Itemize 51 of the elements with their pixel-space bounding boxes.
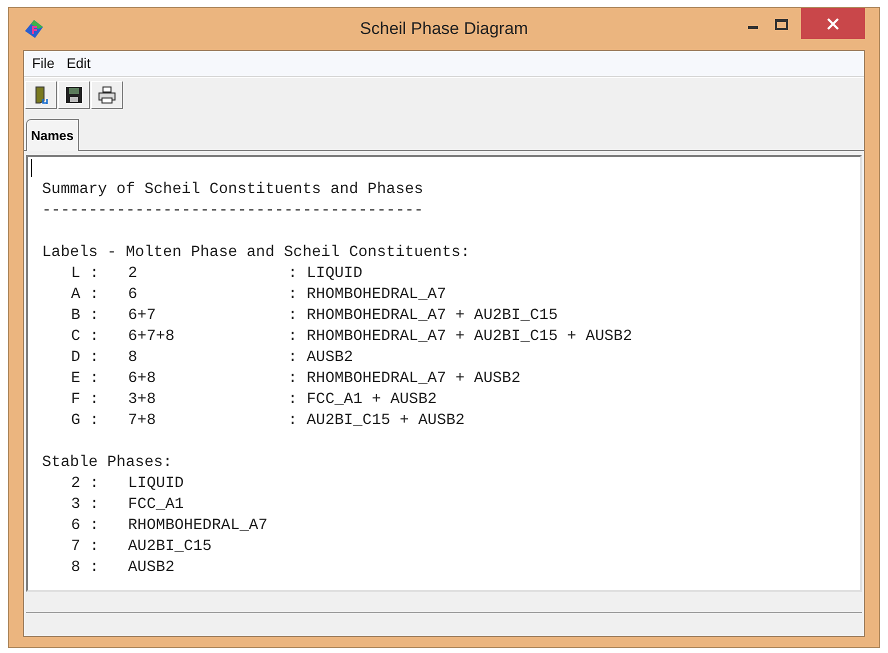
app-icon <box>24 19 44 39</box>
constituent-numbers: 6+7 <box>128 305 157 326</box>
constituent-numbers: 6+8 <box>128 368 157 389</box>
constituent-numbers: 6 <box>128 284 138 305</box>
menu-item[interactable]: File <box>32 53 55 74</box>
section-heading: Labels - Molten Phase and Scheil Constituents: <box>42 242 470 263</box>
close-button[interactable] <box>801 8 865 39</box>
phase-number: 6 : <box>71 515 100 536</box>
constituent-numbers: 7+8 <box>128 410 157 431</box>
label-code: G : <box>71 410 100 431</box>
phase-names: : AUSB2 <box>288 347 354 368</box>
summary-title: Summary of Scheil Constituents and Phases <box>42 179 424 200</box>
phase-names: : LIQUID <box>288 263 362 284</box>
phase-names: : RHOMBOHEDRAL_A7 <box>288 284 446 305</box>
phase-names: : FCC_A1 + AUSB2 <box>288 389 437 410</box>
constituent-numbers: 3+8 <box>128 389 157 410</box>
constituent-numbers: 8 <box>128 347 138 368</box>
close-icon <box>827 18 839 30</box>
menu-item[interactable]: Edit <box>66 53 91 74</box>
phase-name: RHOMBOHEDRAL_A7 <box>128 515 268 536</box>
tab[interactable]: Names <box>26 119 79 151</box>
phase-name: AU2BI_C15 <box>128 536 212 557</box>
section-heading: Stable Phases: <box>42 452 172 473</box>
label-code: C : <box>71 326 100 347</box>
phase-name: FCC_A1 <box>128 494 184 515</box>
label-code: F : <box>71 389 100 410</box>
phase-number: 3 : <box>71 494 100 515</box>
label-code: E : <box>71 368 100 389</box>
label-code: A : <box>71 284 100 305</box>
phase-names: : AU2BI_C15 + AUSB2 <box>288 410 465 431</box>
printer-icon <box>97 84 117 104</box>
label-code: B : <box>71 305 100 326</box>
phase-names: : RHOMBOHEDRAL_A7 + AUSB2 <box>288 368 521 389</box>
phase-name: LIQUID <box>128 473 184 494</box>
phase-number: 8 : <box>71 557 100 578</box>
print-button[interactable] <box>91 80 123 108</box>
window-title: Scheil Phase Diagram <box>360 18 528 40</box>
exit-door-button[interactable] <box>25 80 57 108</box>
phase-number: 7 : <box>71 536 100 557</box>
save-button[interactable] <box>58 80 90 108</box>
text-area[interactable] <box>26 155 862 592</box>
constituent-numbers: 6+7+8 <box>128 326 176 347</box>
label-code: L : <box>71 263 100 284</box>
constituent-numbers: 2 <box>128 263 138 284</box>
phase-number: 2 : <box>71 473 100 494</box>
phase-names: : RHOMBOHEDRAL_A7 + AU2BI_C15 + AUSB2 <box>288 326 632 347</box>
separator-line: ----------------------------------------- <box>42 200 424 221</box>
phase-names: : RHOMBOHEDRAL_A7 + AU2BI_C15 <box>288 305 558 326</box>
text-cursor <box>31 159 32 177</box>
phase-name: AUSB2 <box>128 557 175 578</box>
label-code: D : <box>71 347 100 368</box>
